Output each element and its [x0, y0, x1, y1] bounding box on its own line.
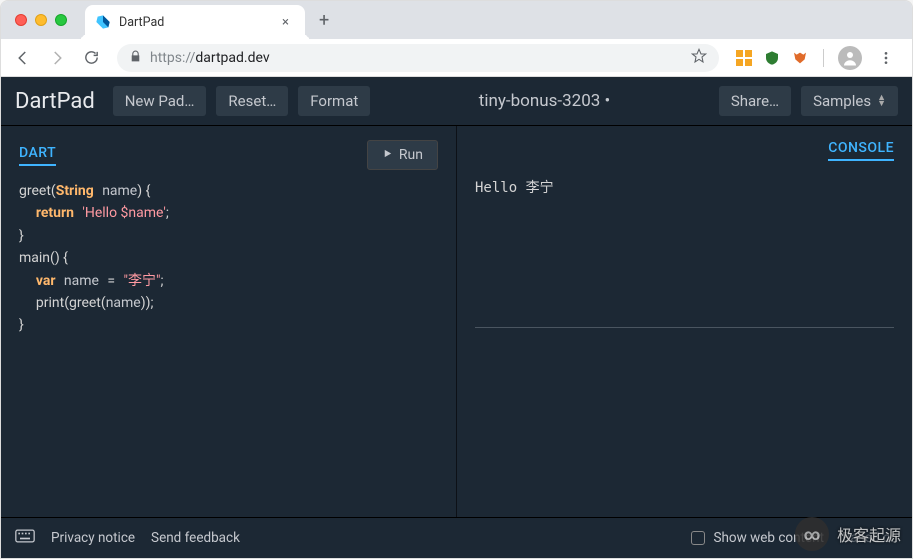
tab-dart[interactable]: DART: [19, 145, 56, 166]
lock-icon: [129, 48, 142, 67]
browser-window: DartPad × + https://dartpad.dev: [0, 0, 913, 559]
extension-icon-1[interactable]: [735, 49, 753, 67]
separator: [823, 49, 824, 67]
app-header: DartPad New Pad… Reset… Format tiny-bonu…: [1, 77, 912, 125]
keyboard-icon[interactable]: [15, 529, 35, 547]
window-maximize[interactable]: [55, 14, 67, 26]
tab-console[interactable]: CONSOLE: [828, 140, 894, 161]
format-button[interactable]: Format: [298, 86, 370, 116]
document-title[interactable]: tiny-bonus-3203 •: [380, 91, 709, 111]
feedback-link[interactable]: Send feedback: [151, 530, 240, 546]
star-icon[interactable]: [691, 48, 707, 68]
share-button[interactable]: Share…: [719, 86, 791, 116]
window-close[interactable]: [15, 14, 27, 26]
privacy-link[interactable]: Privacy notice: [51, 530, 135, 546]
dartpad-app: DartPad New Pad… Reset… Format tiny-bonu…: [1, 77, 912, 558]
play-icon: [382, 147, 393, 163]
window-minimize[interactable]: [35, 14, 47, 26]
app-footer: Privacy notice Send feedback Show web co…: [1, 518, 912, 558]
samples-dropdown[interactable]: Samples ▲▼: [801, 86, 898, 116]
extension-icon-shield[interactable]: [763, 49, 781, 67]
traffic-lights: [15, 14, 67, 26]
dropdown-arrows-icon: ▲▼: [877, 95, 886, 107]
checkbox-icon: [691, 531, 705, 545]
profile-avatar[interactable]: [838, 46, 862, 70]
show-web-content-toggle[interactable]: Show web content: [691, 530, 824, 546]
console-toolbar: CONSOLE: [475, 140, 894, 161]
run-button[interactable]: Run: [367, 140, 438, 170]
new-pad-button[interactable]: New Pad…: [113, 86, 207, 116]
browser-tab[interactable]: DartPad ×: [85, 5, 305, 39]
address-bar: https://dartpad.dev: [1, 39, 912, 77]
console-pane: CONSOLE Hello 李宁: [457, 126, 912, 517]
code-editor[interactable]: greet(String name) { return 'Hello $name…: [19, 180, 438, 337]
kebab-menu-icon[interactable]: [872, 44, 900, 72]
app-logo: DartPad: [15, 89, 95, 114]
new-tab-button[interactable]: +: [305, 10, 343, 31]
console-output: Hello 李宁: [475, 171, 894, 197]
nav-reload-button[interactable]: [77, 44, 105, 72]
reset-button[interactable]: Reset…: [216, 86, 288, 116]
console-divider[interactable]: [475, 327, 894, 328]
nav-forward-button[interactable]: [43, 44, 71, 72]
omnibox[interactable]: https://dartpad.dev: [117, 44, 719, 72]
tab-close-icon[interactable]: ×: [278, 13, 293, 32]
url-text: https://dartpad.dev: [150, 50, 270, 66]
based-on-text: Based on: [842, 530, 898, 546]
window-titlebar: DartPad × +: [1, 1, 912, 39]
nav-back-button[interactable]: [9, 44, 37, 72]
tab-title: DartPad: [119, 15, 270, 30]
app-body: DART Run greet(String name) { return 'He…: [1, 125, 912, 518]
extension-icons: [731, 44, 904, 72]
extension-icon-fox[interactable]: [791, 49, 809, 67]
editor-pane: DART Run greet(String name) { return 'He…: [1, 126, 457, 517]
editor-toolbar: DART Run: [19, 140, 438, 170]
dart-favicon: [95, 14, 111, 30]
